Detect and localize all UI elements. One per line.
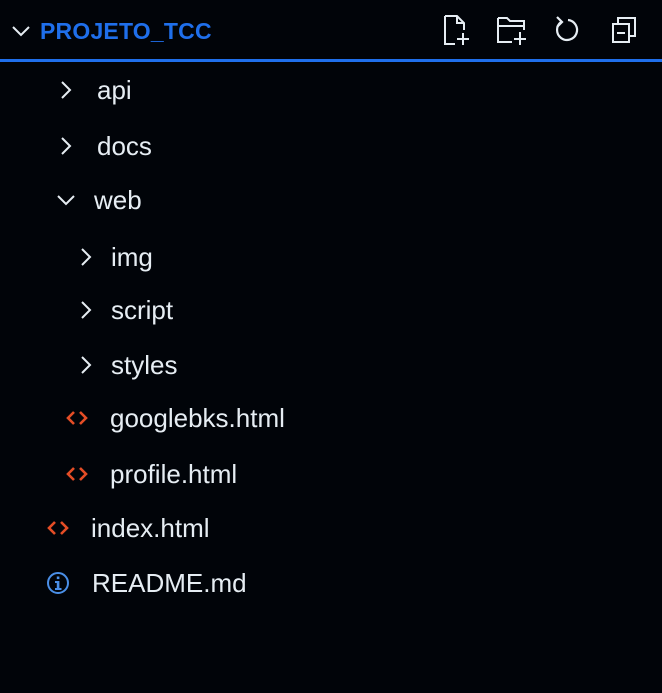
file-label: profile.html: [110, 458, 238, 489]
html-file-icon: [45, 517, 71, 539]
refresh-button[interactable]: [550, 12, 586, 48]
tree-file-index[interactable]: index.html: [0, 500, 662, 556]
tree-folder-web[interactable]: web: [0, 172, 662, 228]
chevron-right-icon: [81, 248, 92, 266]
new-folder-icon: [497, 17, 526, 45]
chevron-down-icon[interactable]: [10, 20, 32, 42]
new-folder-button[interactable]: [494, 12, 530, 48]
file-label: index.html: [91, 512, 210, 543]
collapse-all-icon: [612, 17, 636, 43]
html-file-icon: [64, 463, 90, 485]
folder-label: web: [94, 184, 142, 215]
chevron-right-icon: [61, 81, 72, 99]
tree-folder-img[interactable]: img: [0, 229, 662, 285]
project-title: PROJETO_TCC: [40, 18, 212, 44]
html-file-icon: [64, 407, 90, 429]
folder-label: script: [111, 294, 174, 325]
header-actions: [438, 12, 642, 48]
info-icon: [47, 572, 69, 594]
tree-folder-styles[interactable]: styles: [0, 337, 662, 393]
file-label: README.md: [92, 567, 247, 598]
tree-folder-script[interactable]: script: [0, 282, 662, 338]
explorer-header[interactable]: PROJETO_TCC: [0, 0, 662, 62]
tree-file-profile[interactable]: profile.html: [0, 446, 662, 502]
file-label: googlebks.html: [110, 402, 285, 433]
chevron-right-icon: [81, 301, 92, 319]
new-file-button[interactable]: [438, 12, 474, 48]
chevron-right-icon: [61, 137, 72, 155]
folder-label: img: [111, 241, 153, 272]
tree-folder-docs[interactable]: docs: [0, 118, 662, 174]
chevron-right-icon: [81, 356, 92, 374]
folder-label: api: [97, 74, 132, 105]
collapse-all-button[interactable]: [606, 12, 642, 48]
tree-folder-api[interactable]: api: [0, 62, 662, 118]
chevron-down-icon: [57, 195, 75, 206]
tree-file-readme[interactable]: README.md: [0, 555, 662, 611]
folder-label: docs: [97, 130, 152, 161]
tree-file-googlebks[interactable]: googlebks.html: [0, 390, 662, 446]
file-explorer: PROJETO_TCC api docs web img script styl…: [0, 0, 662, 693]
new-file-icon: [444, 15, 469, 45]
refresh-icon: [555, 16, 579, 42]
folder-label: styles: [111, 349, 178, 380]
